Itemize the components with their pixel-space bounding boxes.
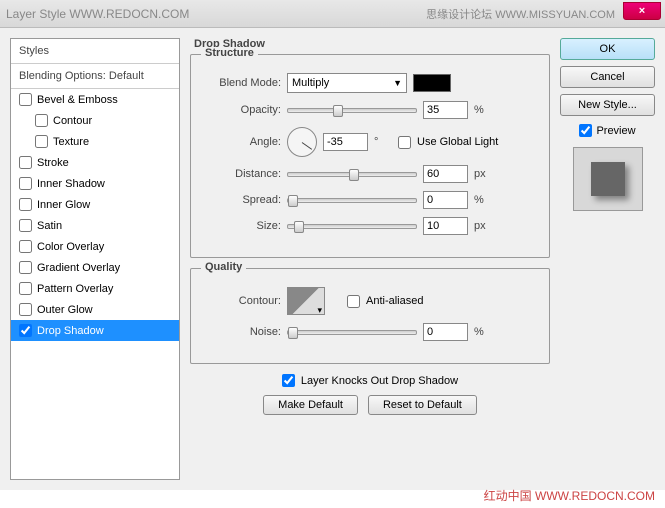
noise-slider[interactable]	[287, 330, 417, 335]
close-button[interactable]: ×	[623, 2, 661, 20]
styles-panel: Styles Blending Options: Default Bevel &…	[10, 38, 180, 480]
spread-unit: %	[474, 194, 492, 206]
style-checkbox[interactable]	[19, 324, 32, 337]
style-label: Outer Glow	[37, 304, 93, 316]
style-item-texture[interactable]: Texture	[11, 131, 179, 152]
style-label: Bevel & Emboss	[37, 94, 118, 106]
style-item-satin[interactable]: Satin	[11, 215, 179, 236]
style-label: Drop Shadow	[37, 325, 104, 337]
ok-button[interactable]: OK	[560, 38, 655, 60]
style-checkbox[interactable]	[19, 219, 32, 232]
style-label: Satin	[37, 220, 62, 232]
watermark-footer: 红动中国 WWW.REDOCN.COM	[484, 487, 655, 504]
style-label: Stroke	[37, 157, 69, 169]
quality-group-title: Quality	[201, 261, 246, 273]
style-item-drop-shadow[interactable]: Drop Shadow	[11, 320, 179, 341]
style-checkbox[interactable]	[19, 303, 32, 316]
style-label: Texture	[53, 136, 89, 148]
style-checkbox[interactable]	[19, 156, 32, 169]
style-label: Color Overlay	[37, 241, 104, 253]
global-light-label: Use Global Light	[417, 136, 498, 148]
opacity-label: Opacity:	[203, 104, 281, 116]
quality-group: Quality Contour: Anti-aliased Noise: %	[190, 268, 550, 364]
style-label: Pattern Overlay	[37, 283, 113, 295]
structure-group: Structure Blend Mode: Multiply ▼ Opacity…	[190, 54, 550, 258]
style-checkbox[interactable]	[19, 240, 32, 253]
distance-input[interactable]	[423, 165, 468, 183]
main-panel: Drop Shadow Structure Blend Mode: Multip…	[190, 38, 550, 480]
spread-label: Spread:	[203, 194, 281, 206]
cancel-button[interactable]: Cancel	[560, 66, 655, 88]
reset-default-button[interactable]: Reset to Default	[368, 395, 477, 415]
style-item-inner-glow[interactable]: Inner Glow	[11, 194, 179, 215]
noise-label: Noise:	[203, 326, 281, 338]
preview-box	[573, 147, 643, 211]
noise-input[interactable]	[423, 323, 468, 341]
global-light-checkbox[interactable]	[398, 136, 411, 149]
style-item-inner-shadow[interactable]: Inner Shadow	[11, 173, 179, 194]
preview-checkbox[interactable]	[579, 124, 592, 137]
spread-slider[interactable]	[287, 198, 417, 203]
style-item-color-overlay[interactable]: Color Overlay	[11, 236, 179, 257]
angle-input[interactable]	[323, 133, 368, 151]
spread-input[interactable]	[423, 191, 468, 209]
style-item-pattern-overlay[interactable]: Pattern Overlay	[11, 278, 179, 299]
structure-group-title: Structure	[201, 47, 258, 59]
chevron-down-icon: ▼	[393, 78, 402, 88]
knockout-checkbox[interactable]	[282, 374, 295, 387]
watermark-top: 思缘设计论坛 WWW.MISSYUAN.COM	[426, 6, 615, 22]
right-panel: OK Cancel New Style... Preview	[560, 38, 655, 480]
dialog-body: Styles Blending Options: Default Bevel &…	[0, 28, 665, 490]
angle-label: Angle:	[203, 136, 281, 148]
style-checkbox[interactable]	[35, 114, 48, 127]
size-input[interactable]	[423, 217, 468, 235]
styles-header[interactable]: Styles	[11, 39, 179, 64]
size-label: Size:	[203, 220, 281, 232]
make-default-button[interactable]: Make Default	[263, 395, 358, 415]
contour-label: Contour:	[203, 295, 281, 307]
style-item-gradient-overlay[interactable]: Gradient Overlay	[11, 257, 179, 278]
style-label: Inner Glow	[37, 199, 90, 211]
opacity-input[interactable]	[423, 101, 468, 119]
titlebar: Layer Style WWW.REDOCN.COM 思缘设计论坛 WWW.MI…	[0, 0, 665, 28]
blend-mode-value: Multiply	[292, 77, 329, 89]
style-label: Inner Shadow	[37, 178, 105, 190]
style-item-stroke[interactable]: Stroke	[11, 152, 179, 173]
blending-options-row[interactable]: Blending Options: Default	[11, 64, 179, 89]
angle-unit: °	[374, 136, 392, 148]
style-label: Gradient Overlay	[37, 262, 120, 274]
antialiased-label: Anti-aliased	[366, 295, 423, 307]
style-checkbox[interactable]	[19, 177, 32, 190]
noise-unit: %	[474, 326, 492, 338]
opacity-unit: %	[474, 104, 492, 116]
distance-slider[interactable]	[287, 172, 417, 177]
style-item-contour[interactable]: Contour	[11, 110, 179, 131]
preview-label: Preview	[596, 125, 635, 137]
distance-label: Distance:	[203, 168, 281, 180]
style-checkbox[interactable]	[19, 93, 32, 106]
knockout-label: Layer Knocks Out Drop Shadow	[301, 375, 458, 387]
blend-mode-label: Blend Mode:	[203, 77, 281, 89]
style-item-bevel-emboss[interactable]: Bevel & Emboss	[11, 89, 179, 110]
style-checkbox[interactable]	[19, 261, 32, 274]
size-unit: px	[474, 220, 492, 232]
style-label: Contour	[53, 115, 92, 127]
angle-dial[interactable]	[287, 127, 317, 157]
style-checkbox[interactable]	[19, 198, 32, 211]
style-checkbox[interactable]	[35, 135, 48, 148]
shadow-color-swatch[interactable]	[413, 74, 451, 92]
antialiased-checkbox[interactable]	[347, 295, 360, 308]
style-checkbox[interactable]	[19, 282, 32, 295]
size-slider[interactable]	[287, 224, 417, 229]
blend-mode-select[interactable]: Multiply ▼	[287, 73, 407, 93]
contour-picker[interactable]	[287, 287, 325, 315]
window-title: Layer Style WWW.REDOCN.COM	[6, 7, 189, 21]
distance-unit: px	[474, 168, 492, 180]
preview-swatch	[591, 162, 625, 196]
close-icon: ×	[639, 5, 645, 17]
new-style-button[interactable]: New Style...	[560, 94, 655, 116]
opacity-slider[interactable]	[287, 108, 417, 113]
style-item-outer-glow[interactable]: Outer Glow	[11, 299, 179, 320]
